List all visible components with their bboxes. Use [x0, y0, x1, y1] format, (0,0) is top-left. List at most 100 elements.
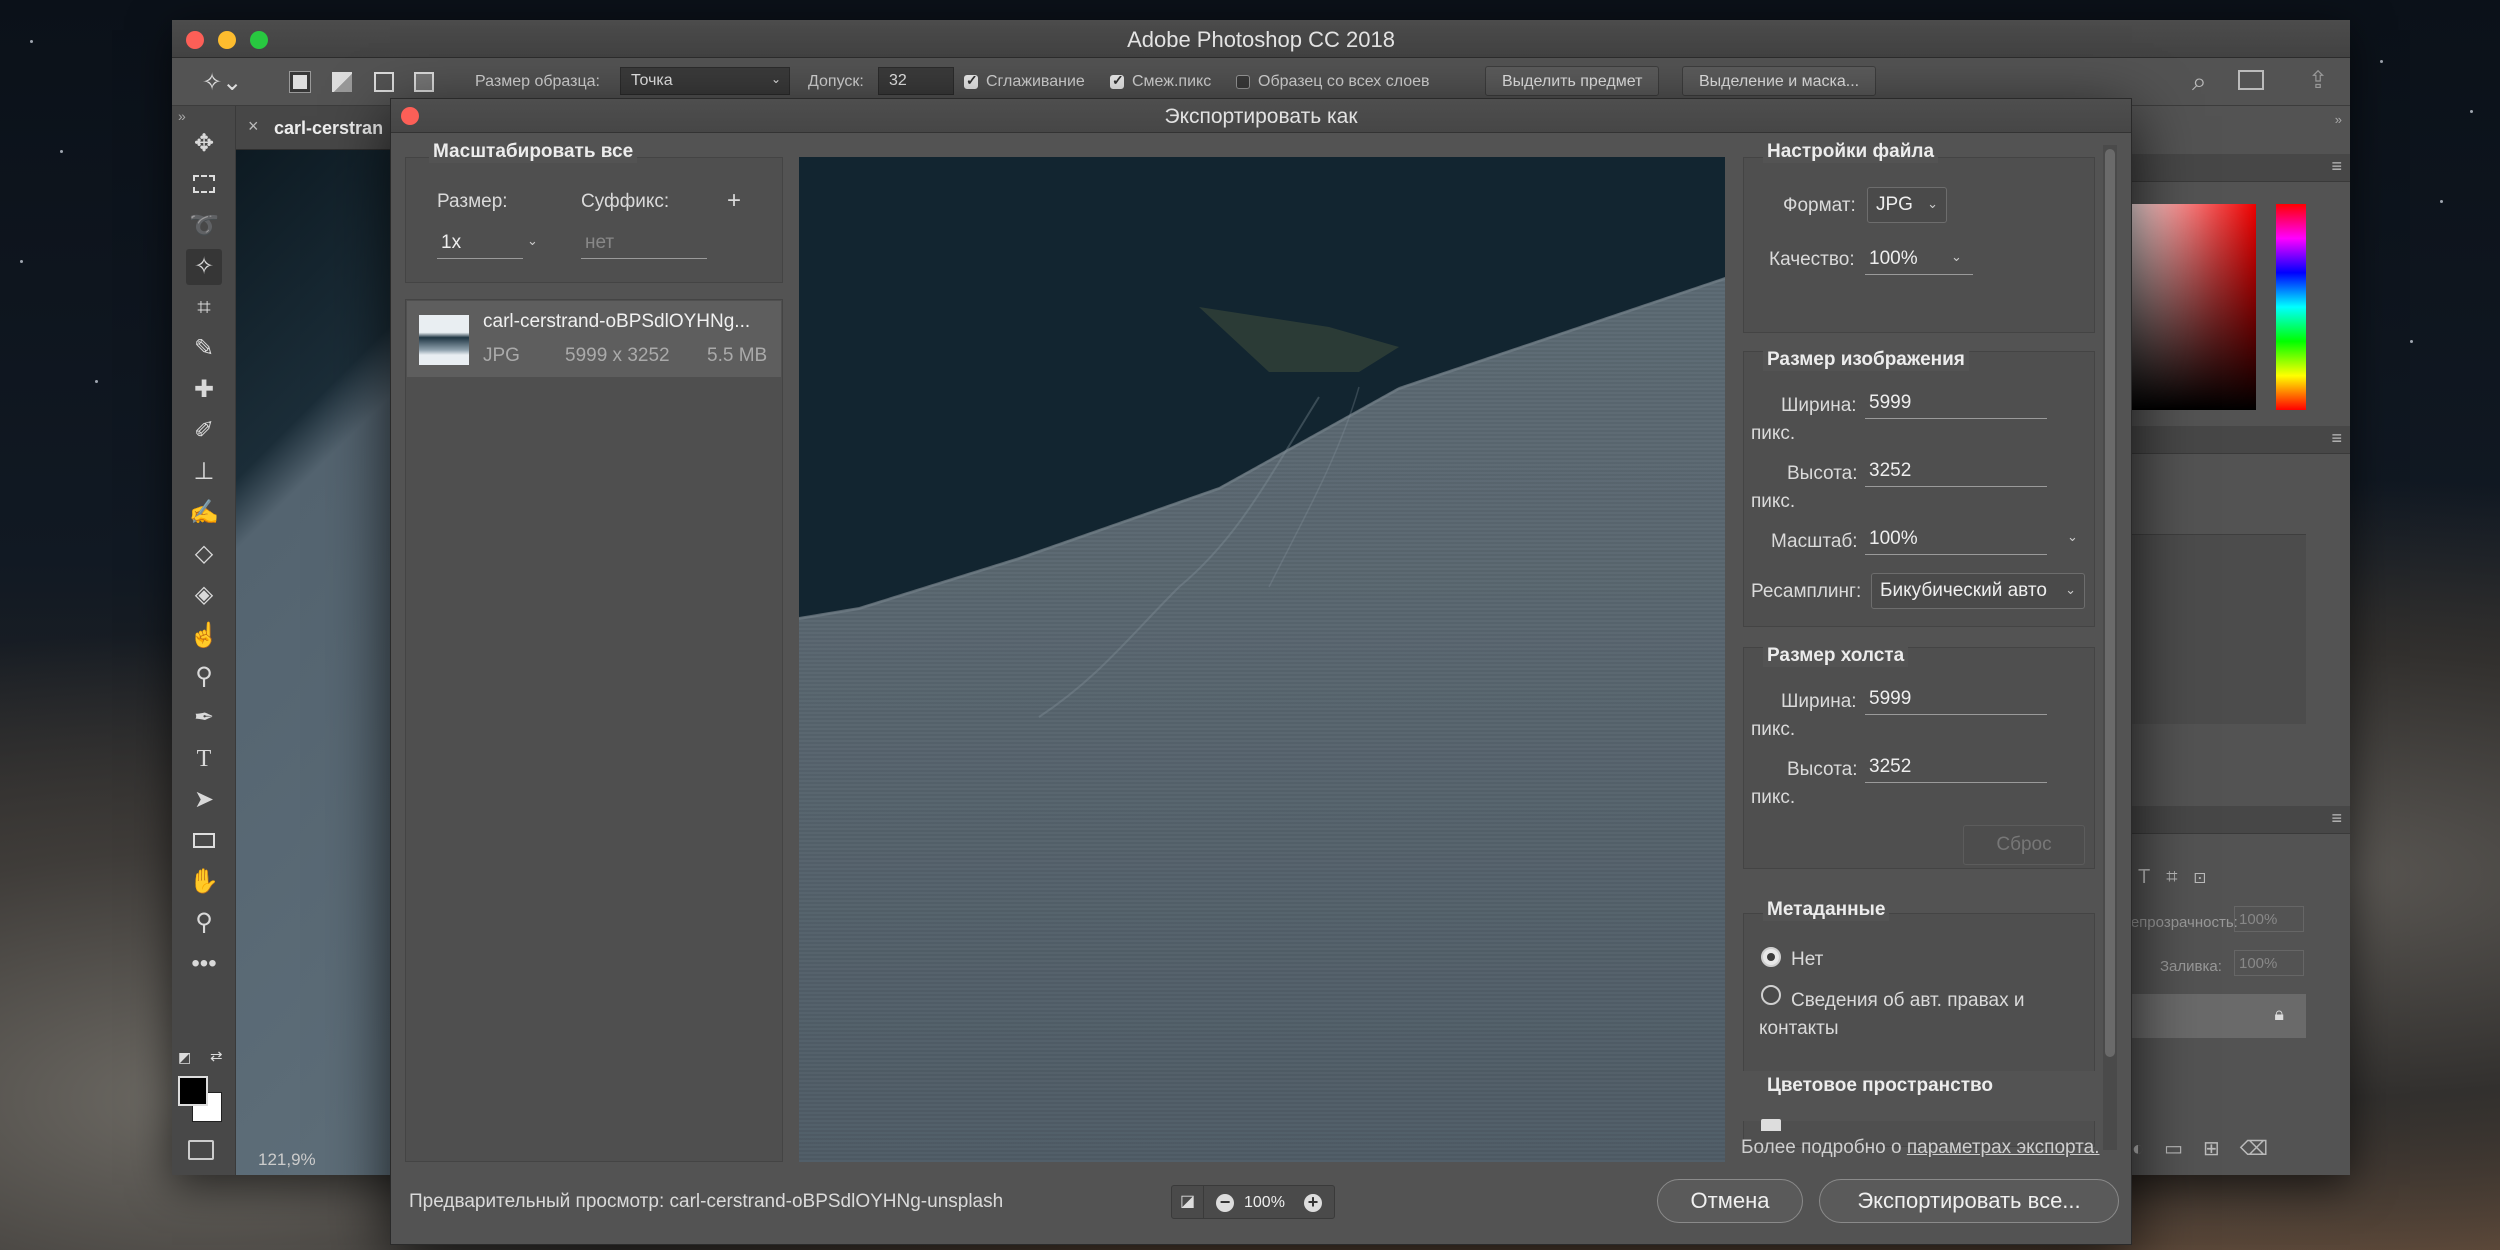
brush-tool-icon[interactable]: ✐	[186, 413, 222, 449]
intersect-selection-icon[interactable]	[414, 72, 434, 92]
size-chevron-icon[interactable]: ⌄	[527, 233, 538, 249]
scrollbar-thumb[interactable]	[2105, 149, 2115, 1057]
learn-more-text: Более подробно о параметрах экспорта.	[1741, 1137, 2100, 1158]
canvas-width-input[interactable]: 5999	[1865, 685, 2047, 715]
collapse-toolbar-icon[interactable]: »	[178, 108, 186, 124]
paint-bucket-tool-icon[interactable]: ◈	[186, 577, 222, 613]
subtract-from-selection-icon[interactable]	[374, 72, 394, 92]
lasso-tool-icon[interactable]: ➰	[186, 208, 222, 244]
add-scale-button[interactable]: +	[727, 187, 741, 215]
scale-input[interactable]: 100%	[1865, 525, 2047, 555]
metadata-none-radio[interactable]	[1761, 947, 1781, 967]
default-colors-icon[interactable]: ◩	[178, 1049, 191, 1066]
contiguous-checkbox[interactable]	[1110, 72, 1124, 89]
add-to-selection-icon[interactable]	[332, 72, 352, 92]
quality-chevron-icon[interactable]: ⌄	[1951, 249, 1962, 265]
sample-size-label: Размер образца:	[475, 73, 600, 90]
smudge-tool-icon[interactable]: ☝	[186, 618, 222, 654]
zoom-value[interactable]: 100%	[1244, 1194, 1285, 1212]
tolerance-input[interactable]: 32	[878, 67, 954, 95]
select-subject-button[interactable]: Выделить предмет	[1485, 66, 1660, 96]
hand-tool-icon[interactable]: ✋	[186, 864, 222, 900]
tools-panel: » ✥ ➰ ✧ ⌗ ✎ ✚ ✐ ⊥ ✍ ◇ ◈ ☝ ⚲ ✒ T ➤ ✋ ⚲ ••…	[172, 106, 236, 1175]
sample-size-select[interactable]: Точка ⌄	[620, 67, 790, 95]
panel-menu-icon[interactable]: ≡	[2331, 808, 2342, 829]
opacity-input[interactable]: 100%	[2234, 906, 2304, 932]
preview-landscape	[799, 157, 1725, 718]
scale-all-panel	[405, 157, 783, 283]
quality-label: Качество:	[1769, 249, 1855, 270]
export-all-button[interactable]: Экспортировать все...	[1819, 1179, 2119, 1223]
suffix-input[interactable]: нет	[581, 229, 707, 259]
workspace-icon[interactable]	[2238, 70, 2264, 90]
type-tool-icon[interactable]: T	[186, 741, 222, 777]
export-as-dialog: Экспортировать как Масштабировать все Ра…	[390, 98, 2132, 1245]
canvas-height-unit: пикс.	[1751, 787, 1796, 808]
pen-tool-icon[interactable]: ✒	[186, 700, 222, 736]
sample-all-layers-checkbox[interactable]	[1236, 75, 1250, 89]
search-icon[interactable]: ⌕	[2192, 66, 2207, 98]
antialias-checkbox[interactable]	[964, 72, 978, 89]
layer-row[interactable]: 🔒︎	[2118, 994, 2306, 1038]
clone-stamp-tool-icon[interactable]: ⊥	[186, 454, 222, 490]
image-size-header: Размер изображения	[1763, 349, 1969, 371]
more-tools-icon[interactable]: •••	[186, 946, 222, 982]
zoom-tool-icon[interactable]: ⚲	[186, 905, 222, 941]
properties-panel-header: ≡	[2118, 426, 2350, 454]
eraser-tool-icon[interactable]: ◇	[186, 536, 222, 572]
select-and-mask-button[interactable]: Выделение и маска...	[1682, 66, 1877, 96]
history-brush-tool-icon[interactable]: ✍	[186, 495, 222, 531]
file-list-item[interactable]: carl-cerstrand-oBPSdlOYHNg... JPG 5999 x…	[407, 301, 781, 377]
format-select[interactable]: JPG ⌄	[1867, 187, 1947, 223]
crop-tool-icon[interactable]: ⌗	[186, 290, 222, 326]
image-width-input[interactable]: 5999	[1865, 389, 2047, 419]
scale-chevron-icon[interactable]: ⌄	[2067, 529, 2078, 545]
close-tab-icon[interactable]: ×	[248, 116, 259, 137]
new-selection-mode-icon[interactable]	[289, 71, 311, 93]
layer-filter-icons[interactable]: T⌗⊡	[2138, 866, 2222, 889]
share-icon[interactable]: ⇪	[2308, 66, 2328, 95]
resample-label: Ресамплинг:	[1751, 581, 1862, 602]
preview-label: Предварительный просмотр: carl-cerstrand…	[409, 1191, 1004, 1212]
swap-colors-icon[interactable]: ⇄	[210, 1047, 223, 1065]
app-title: Adobe Photoshop CC 2018	[1127, 27, 1395, 52]
zoom-status[interactable]: 121,9%	[258, 1150, 316, 1170]
cancel-button[interactable]: Отмена	[1657, 1179, 1803, 1223]
canvas-height-input[interactable]: 3252	[1865, 753, 2047, 783]
settings-scrollbar[interactable]	[2103, 145, 2117, 1150]
learn-more-link[interactable]: параметрах экспорта.	[1907, 1137, 2100, 1158]
quick-mask-icon[interactable]	[188, 1140, 214, 1160]
collapse-panels-icon[interactable]: »	[2335, 112, 2342, 127]
properties-panel-body	[2118, 534, 2306, 724]
rectangle-tool-icon[interactable]	[186, 823, 222, 859]
fit-to-screen-icon[interactable]: ◪	[1172, 1186, 1204, 1218]
size-select[interactable]: 1x	[437, 229, 523, 259]
antialias-label: Сглаживание	[986, 73, 1085, 90]
zoom-in-icon[interactable]: +	[1304, 1193, 1322, 1212]
scale-label: Масштаб:	[1771, 531, 1858, 552]
color-space-checkbox[interactable]	[1761, 1119, 1781, 1131]
fill-input[interactable]: 100%	[2234, 950, 2304, 976]
path-selection-tool-icon[interactable]: ➤	[186, 782, 222, 818]
layer-actions-icons[interactable]: ◐▭⊞⌫	[2132, 1136, 2288, 1161]
reset-button[interactable]: Сброс	[1963, 825, 2085, 865]
zoom-out-icon[interactable]: −	[1216, 1193, 1234, 1212]
file-size: 5.5 MB	[707, 345, 768, 366]
image-height-input[interactable]: 3252	[1865, 457, 2047, 487]
dodge-tool-icon[interactable]: ⚲	[186, 659, 222, 695]
healing-brush-tool-icon[interactable]: ✚	[186, 372, 222, 408]
hue-slider[interactable]	[2276, 204, 2306, 410]
magic-wand-tool-preset-icon[interactable]: ✧⌄	[202, 68, 242, 97]
format-label: Формат:	[1783, 195, 1856, 216]
eyedropper-tool-icon[interactable]: ✎	[186, 331, 222, 367]
document-tab[interactable]: carl-cerstran	[274, 118, 383, 139]
panel-menu-icon[interactable]: ≡	[2331, 156, 2342, 177]
panel-menu-icon[interactable]: ≡	[2331, 428, 2342, 449]
move-tool-icon[interactable]: ✥	[186, 126, 222, 162]
marquee-tool-icon[interactable]	[186, 167, 222, 203]
foreground-color-swatch[interactable]	[178, 1076, 208, 1106]
magic-wand-tool-icon[interactable]: ✧	[186, 249, 222, 285]
resample-select[interactable]: Бикубический авто ⌄	[1871, 573, 2085, 609]
export-preview-image[interactable]	[799, 157, 1725, 1162]
color-picker-field[interactable]	[2118, 204, 2256, 410]
